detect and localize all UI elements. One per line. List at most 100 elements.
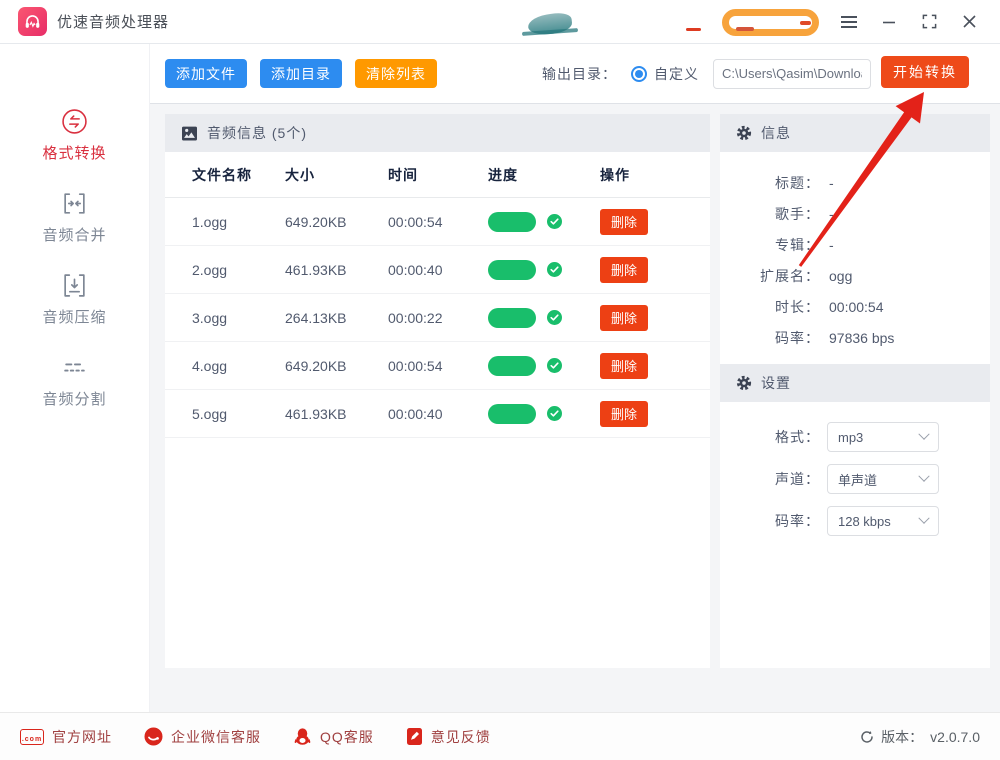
sidebar-item-label: 音频压缩 — [42, 306, 106, 327]
maximize-icon[interactable] — [916, 9, 942, 35]
setting-row-bitrate: 码率： 128 kbps — [720, 506, 990, 536]
clear-list-button[interactable]: 清除列表 — [355, 59, 437, 88]
table-header-row: 文件名称 大小 时间 进度 操作 — [165, 152, 710, 198]
bitrate-select[interactable]: 128 kbps — [827, 506, 939, 536]
qq-support-link[interactable]: QQ客服 — [293, 727, 374, 747]
file-name: 5.ogg — [192, 406, 285, 422]
title-bar: 优速音频处理器 — [0, 0, 1000, 44]
sidebar-item-format-convert[interactable]: 格式转换 — [42, 108, 106, 163]
wechat-icon — [144, 727, 163, 746]
progress-bar — [488, 308, 536, 328]
check-circle-icon — [547, 358, 562, 373]
official-website-link[interactable]: .com 官方网址 — [20, 727, 112, 747]
progress-bar — [488, 404, 536, 424]
progress-bar — [488, 260, 536, 280]
start-convert-button[interactable]: 开始转换 — [881, 56, 969, 88]
chevron-down-icon — [918, 513, 929, 524]
progress-cell — [488, 260, 600, 280]
col-time: 时间 — [388, 165, 488, 185]
feedback-icon — [406, 727, 423, 746]
sidebar-item-audio-compress[interactable]: 音频压缩 — [42, 272, 106, 327]
qq-icon — [293, 727, 312, 746]
table-row: 1.ogg 649.20KB 00:00:54 删除 — [165, 198, 710, 246]
close-icon[interactable] — [956, 9, 982, 35]
info-row-title: 标题： - — [720, 167, 990, 198]
wechat-support-link[interactable]: 企业微信客服 — [144, 727, 261, 747]
audio-compress-icon — [61, 272, 88, 299]
sidebar-item-label: 格式转换 — [42, 142, 106, 163]
format-select[interactable]: mp3 — [827, 422, 939, 452]
col-size: 大小 — [285, 165, 388, 185]
info-row-extension: 扩展名： ogg — [720, 260, 990, 291]
file-time: 00:00:40 — [388, 262, 488, 278]
app-identity: 优速音频处理器 — [0, 7, 169, 36]
col-progress: 进度 — [488, 165, 600, 185]
progress-bar — [488, 356, 536, 376]
app-logo-icon — [18, 7, 47, 36]
audio-merge-icon — [61, 190, 88, 217]
table-row: 4.ogg 649.20KB 00:00:54 删除 — [165, 342, 710, 390]
col-filename: 文件名称 — [192, 165, 285, 185]
table-row: 3.ogg 264.13KB 00:00:22 删除 — [165, 294, 710, 342]
gear-icon — [736, 125, 752, 141]
window-controls — [836, 9, 1000, 35]
feedback-link[interactable]: 意见反馈 — [406, 727, 491, 747]
info-header: 信息 — [720, 114, 990, 152]
progress-cell — [488, 356, 600, 376]
info-title: 信息 — [761, 123, 791, 143]
website-icon: .com — [20, 729, 44, 745]
progress-cell — [488, 212, 600, 232]
info-row-artist: 歌手： - — [720, 198, 990, 229]
custom-radio[interactable] — [631, 66, 647, 82]
output-directory-label: 输出目录： — [542, 64, 617, 84]
info-row-bitrate: 码率： 97836 bps — [720, 322, 990, 353]
minimize-icon[interactable] — [876, 9, 902, 35]
add-file-button[interactable]: 添加文件 — [165, 59, 247, 88]
sidebar-item-audio-merge[interactable]: 音频合并 — [42, 190, 106, 245]
delete-button[interactable]: 删除 — [600, 353, 648, 379]
version-info: 版本：v2.0.7.0 — [860, 727, 980, 747]
check-circle-icon — [547, 262, 562, 277]
audio-file-panel: 音频信息 (5个) 文件名称 大小 时间 进度 操作 1.ogg 649.20K… — [165, 114, 710, 668]
add-directory-button[interactable]: 添加目录 — [260, 59, 342, 88]
redacted-red-dash — [736, 27, 754, 31]
info-fields: 标题： - 歌手： - 专辑： - 扩展名： ogg 时长： 00:00:5 — [720, 152, 990, 364]
image-icon — [181, 126, 198, 141]
info-row-album: 专辑： - — [720, 229, 990, 260]
footer-bar: .com 官方网址 企业微信客服 QQ客服 意见反馈 版本：v2.0.7.0 — [0, 712, 1000, 760]
sidebar-item-label: 音频合并 — [42, 224, 106, 245]
settings-title: 设置 — [761, 373, 791, 393]
progress-bar — [488, 212, 536, 232]
redacted-red-dash — [686, 28, 701, 31]
file-name: 1.ogg — [192, 214, 285, 230]
check-circle-icon — [547, 310, 562, 325]
app-title: 优速音频处理器 — [57, 11, 169, 32]
version-label: 版本： — [881, 727, 923, 747]
delete-button[interactable]: 删除 — [600, 209, 648, 235]
channel-select[interactable]: 单声道 — [827, 464, 939, 494]
table-row: 5.ogg 461.93KB 00:00:40 删除 — [165, 390, 710, 438]
table-row: 2.ogg 461.93KB 00:00:40 删除 — [165, 246, 710, 294]
sidebar-item-audio-split[interactable]: 音频分割 — [42, 354, 106, 409]
file-name: 2.ogg — [192, 262, 285, 278]
delete-button[interactable]: 删除 — [600, 257, 648, 283]
file-time: 00:00:54 — [388, 214, 488, 230]
file-size: 461.93KB — [285, 406, 388, 422]
col-action: 操作 — [600, 165, 710, 185]
progress-cell — [488, 404, 600, 424]
output-path-input[interactable] — [713, 59, 871, 89]
info-settings-panel: 信息 标题： - 歌手： - 专辑： - 扩展名： ogg — [720, 114, 990, 668]
file-size: 461.93KB — [285, 262, 388, 278]
custom-radio-label: 自定义 — [654, 64, 699, 84]
file-time: 00:00:22 — [388, 310, 488, 326]
file-time: 00:00:54 — [388, 358, 488, 374]
audio-info-header: 音频信息 (5个) — [165, 114, 710, 152]
delete-button[interactable]: 删除 — [600, 305, 648, 331]
redacted-red-dash — [800, 21, 811, 25]
menu-icon[interactable] — [836, 9, 862, 35]
delete-button[interactable]: 删除 — [600, 401, 648, 427]
refresh-icon[interactable] — [860, 730, 874, 744]
sidebar-nav: 格式转换 音频合并 音频压缩 — [0, 44, 150, 712]
info-row-duration: 时长： 00:00:54 — [720, 291, 990, 322]
main-content: 音频信息 (5个) 文件名称 大小 时间 进度 操作 1.ogg 649.20K… — [150, 104, 1000, 712]
